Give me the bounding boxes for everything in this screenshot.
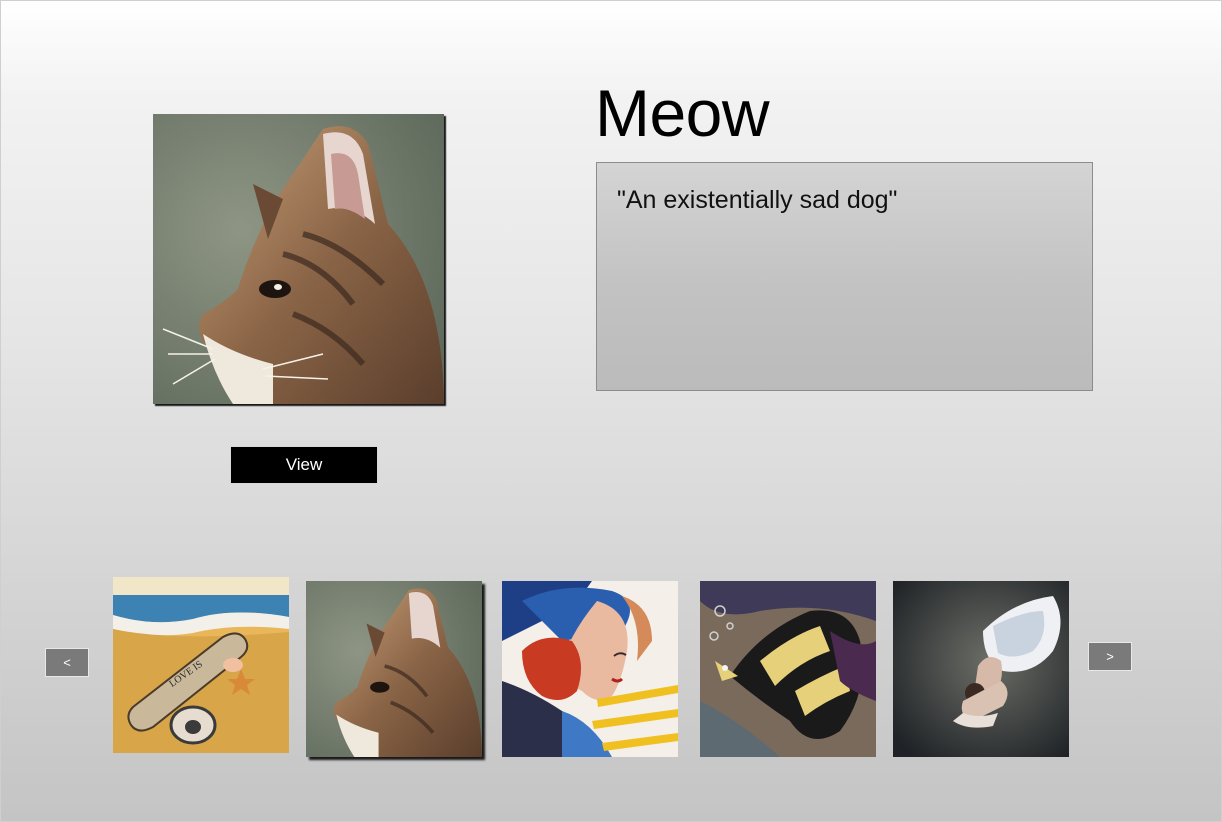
thumbnail-ballerina[interactable]	[893, 581, 1069, 757]
carousel-prev-button[interactable]: <	[45, 648, 89, 677]
thumbnail-cat[interactable]	[306, 581, 482, 757]
thumbnail-portrait[interactable]	[502, 581, 678, 757]
cat-painting-icon	[153, 114, 444, 404]
carousel-next-button[interactable]: >	[1088, 642, 1132, 671]
thumbnail-bottle[interactable]: LOVE IS	[113, 577, 289, 753]
message-in-bottle-painting-icon: LOVE IS	[113, 577, 289, 753]
view-button[interactable]: View	[230, 446, 378, 484]
thumbnail-fish[interactable]	[700, 581, 876, 757]
page-title: Meow	[595, 80, 769, 146]
woman-portrait-painting-icon	[502, 581, 678, 757]
ballerina-painting-icon	[893, 581, 1069, 757]
description-text: "An existentially sad dog"	[617, 185, 1072, 215]
description-box: "An existentially sad dog"	[596, 162, 1093, 391]
angelfish-painting-icon	[700, 581, 876, 757]
featured-painting	[153, 114, 444, 404]
cat-painting-icon	[306, 581, 482, 757]
